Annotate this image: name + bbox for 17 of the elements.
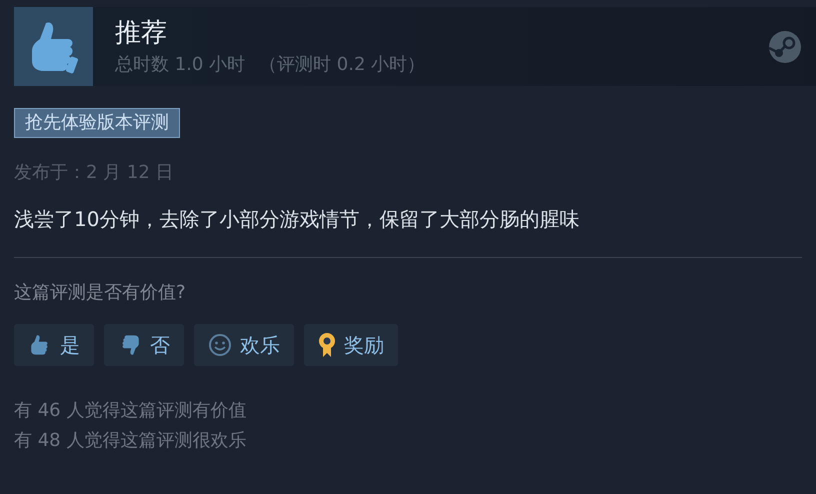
vote-button[interactable]: 否 (104, 324, 184, 366)
award-ribbon-icon (318, 332, 336, 358)
hours-at-review: （评测时 0.2 小时） (259, 52, 426, 76)
early-access-tag: 抢先体验版本评测 (14, 108, 180, 138)
helpful-question: 这篇评测是否有价值? (14, 281, 187, 304)
steam-logo-icon (768, 30, 802, 64)
total-hours: 总时数 1.0 小时 (115, 52, 246, 76)
posted-date: 发布于：2 月 12 日 (14, 161, 175, 184)
review-verdict: 推荐 (115, 18, 168, 48)
vote-count-text: 有 46 人觉得这篇评测有价值 (14, 399, 248, 423)
thumbs-up-icon (14, 7, 93, 86)
vote-button[interactable]: 欢乐 (194, 324, 294, 366)
award-button[interactable]: 奖励 (304, 324, 398, 366)
review-text: 浅尝了10分钟，去除了小部分游戏情节，保留了大部分肠的腥味 (14, 206, 580, 233)
smiley-icon (208, 333, 232, 357)
vote-button[interactable]: 是 (14, 324, 94, 366)
vote-count-text: 有 48 人觉得这篇评测很欢乐 (14, 429, 248, 453)
